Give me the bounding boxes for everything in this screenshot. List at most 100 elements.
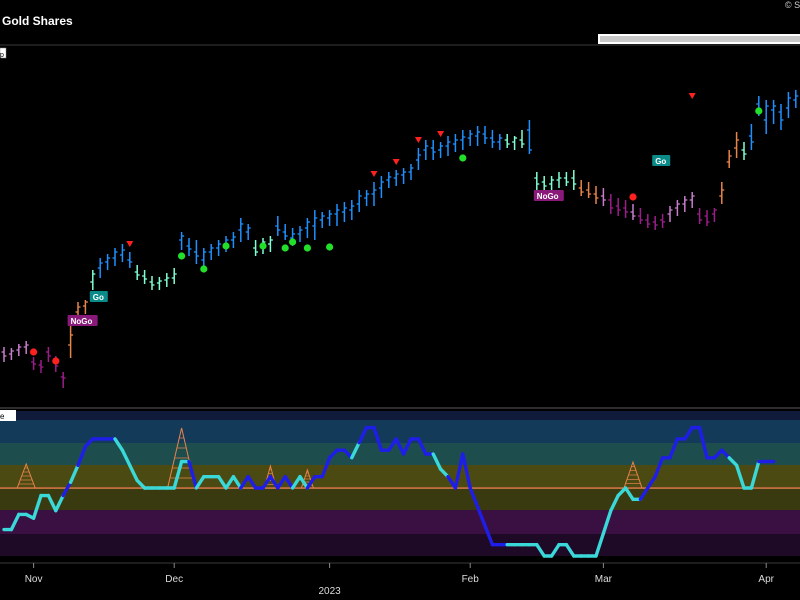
- price-bar: [497, 134, 503, 150]
- price-bar: [267, 236, 273, 252]
- price-bar: [711, 208, 717, 222]
- price-bar: [445, 136, 451, 156]
- nogo-dot-icon: [29, 348, 38, 356]
- price-bar: [8, 348, 14, 360]
- price-bar: [371, 182, 377, 206]
- price-bar: [637, 208, 643, 224]
- x-tick: Nov: [25, 563, 43, 585]
- price-bar: [674, 200, 680, 216]
- price-bar: [393, 170, 399, 186]
- x-tick-label: Nov: [25, 574, 43, 585]
- go-dot-icon: [326, 243, 334, 251]
- badge-label: Go: [655, 157, 666, 166]
- price-bar: [623, 200, 629, 218]
- price-bar: [408, 164, 414, 180]
- price-bar: [1, 347, 7, 362]
- price-bar: [319, 212, 325, 228]
- price-bar: [179, 232, 185, 250]
- price-bar: [652, 216, 658, 230]
- price-bar: [105, 254, 111, 270]
- price-bar: [571, 170, 577, 190]
- price-bar: [697, 208, 703, 224]
- chart-title: Gold Shares: [2, 14, 73, 28]
- nogo-badge: NoGo: [67, 315, 98, 326]
- price-bar: [748, 124, 754, 150]
- x-tick-label: Apr: [758, 574, 774, 585]
- price-bar: [771, 100, 777, 124]
- price-bar: [186, 238, 192, 256]
- countertrend-triangle-icon: [437, 131, 445, 137]
- price-bar: [600, 188, 606, 206]
- price-bar: [615, 198, 621, 216]
- price-bar: [134, 265, 140, 280]
- price-bar: [90, 270, 96, 290]
- price-bar: [593, 186, 599, 204]
- price-bar: [119, 244, 125, 262]
- price-bar: [142, 270, 148, 284]
- legend-tab-text: p: [0, 52, 4, 59]
- price-bar: [23, 341, 29, 354]
- price-bar: [667, 206, 673, 222]
- toolbar-bar-inner: [600, 36, 800, 42]
- legend-tab[interactable]: p: [0, 47, 7, 59]
- price-bar: [297, 226, 303, 242]
- go-dot-icon: [200, 265, 208, 273]
- price-bar: [438, 142, 444, 158]
- osc-band-top: [0, 411, 800, 420]
- price-bar: [630, 204, 636, 220]
- price-bar: [415, 148, 421, 170]
- osc-panel-label: e: [0, 412, 5, 421]
- price-bar: [719, 182, 725, 204]
- x-tick: Mar: [595, 563, 613, 585]
- price-bar: [230, 232, 236, 248]
- price-bar: [386, 172, 392, 188]
- price-bar: [526, 120, 532, 154]
- price-bar: [127, 252, 133, 268]
- price-bar: [334, 204, 340, 226]
- go-dot-icon: [303, 244, 311, 252]
- price-bar: [645, 214, 651, 228]
- price-bar: [785, 92, 791, 118]
- price-bar: [45, 347, 51, 362]
- go-dot-icon: [222, 242, 230, 250]
- price-bar: [356, 190, 362, 212]
- go-dot-icon: [178, 252, 186, 260]
- countertrend-triangle-icon: [414, 137, 422, 143]
- price-bar: [245, 224, 251, 240]
- go-badge: Go: [652, 155, 671, 166]
- price-bar: [208, 244, 214, 260]
- price-panel: NoGo Go NoGo Go: [1, 90, 799, 388]
- price-bar: [660, 214, 666, 228]
- price-bar: [68, 326, 74, 358]
- price-bar: [97, 258, 103, 278]
- nogo-dot-icon: [52, 357, 60, 365]
- price-bar: [512, 136, 518, 150]
- price-bar: [541, 176, 547, 190]
- price-bar: [16, 344, 22, 356]
- badge-label: NoGo: [71, 317, 93, 326]
- x-tick-label: Feb: [462, 574, 480, 585]
- price-bar: [164, 273, 170, 287]
- copyright-text: © St: [785, 0, 800, 10]
- x-axis: Nov Dec 2023 Feb Mar Apr: [25, 563, 775, 597]
- price-bar: [304, 218, 310, 238]
- price-bar: [82, 300, 88, 314]
- price-bar: [460, 130, 466, 150]
- price-bar: [31, 357, 37, 370]
- countertrend-triangle-icon: [370, 171, 378, 177]
- price-bar: [312, 210, 318, 240]
- go-badge: Go: [89, 291, 108, 302]
- price-bar: [586, 182, 592, 198]
- price-bar: [482, 126, 488, 144]
- price-bar: [275, 216, 281, 236]
- price-bar: [430, 140, 436, 160]
- price-bar: [60, 372, 66, 388]
- x-tick: Dec: [165, 563, 183, 585]
- osc-band-negative: [0, 510, 800, 534]
- price-bar: [201, 248, 207, 266]
- price-bar: [563, 172, 569, 186]
- price-bar: [401, 168, 407, 184]
- price-bar: [793, 90, 799, 108]
- oscillator-panel: e: [0, 407, 800, 564]
- price-bar: [763, 100, 769, 134]
